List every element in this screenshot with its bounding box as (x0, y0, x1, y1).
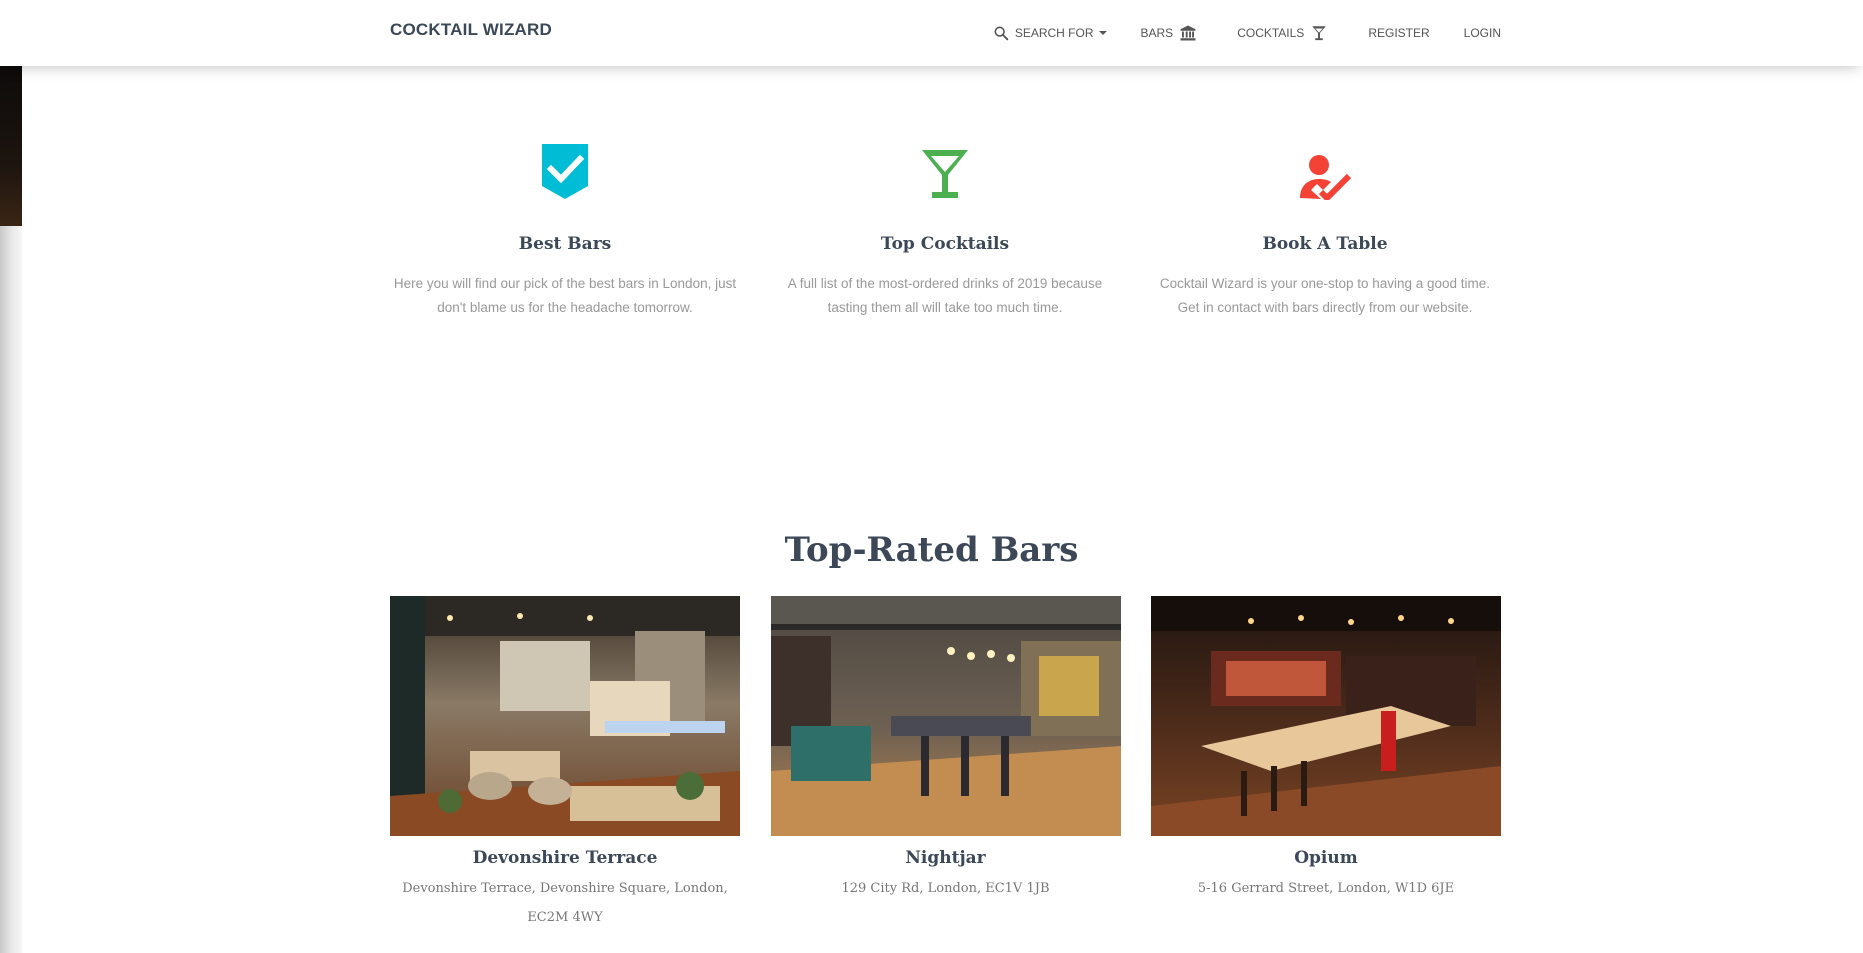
feature-description: A full list of the most-ordered drinks o… (787, 276, 1103, 315)
bar-name[interactable]: Nightjar (771, 848, 1121, 868)
bar-address: 129 City Rd, London, EC1V 1JB (841, 881, 1050, 896)
feature-description: Cocktail Wizard is your one-stop to havi… (1159, 276, 1491, 315)
feature-description: Here you will find our pick of the best … (393, 276, 737, 315)
search-icon (993, 25, 1009, 41)
bar-name[interactable]: Opium (1151, 848, 1501, 868)
nav-bars-label: BARS (1140, 26, 1174, 40)
feature-title: Top Cocktails (880, 234, 1010, 254)
navbar: COCKTAIL WIZARD SEARCH FOR BARS COCKTAIL… (0, 0, 1863, 66)
nav-bars[interactable]: BARS (1124, 0, 1221, 66)
nav-register[interactable]: REGISTER (1351, 0, 1446, 66)
martini-glass-icon (922, 150, 968, 198)
features-row: Best Bars Here you will find our pick of… (390, 120, 1500, 320)
nav-menu: SEARCH FOR BARS COCKTAILS REGISTER LOGIN (970, 0, 1518, 66)
feature-book-table: Book A Table Cocktail Wizard is your one… (1150, 120, 1500, 320)
verified-badge-icon (542, 144, 588, 199)
hero-image-edge (0, 66, 22, 226)
nav-search-label: SEARCH FOR (1014, 26, 1094, 40)
brand-logo[interactable]: COCKTAIL WIZARD (390, 20, 552, 40)
bar-photo[interactable] (1151, 596, 1501, 836)
top-rated-bars: Devonshire Terrace Devonshire Terrace, D… (390, 596, 1501, 932)
background-edge (0, 0, 22, 953)
nav-login[interactable]: LOGIN (1447, 0, 1518, 66)
bank-icon (1179, 24, 1197, 42)
caret-down-icon (1098, 31, 1107, 35)
bar-card[interactable]: Opium 5-16 Gerrard Street, London, W1D 6… (1151, 596, 1501, 932)
bar-photo[interactable] (770, 596, 1121, 836)
bar-card[interactable]: Devonshire Terrace Devonshire Terrace, D… (390, 596, 740, 932)
feature-title: Best Bars (518, 234, 612, 254)
feature-top-cocktails: Top Cocktails A full list of the most-or… (770, 120, 1120, 320)
bar-address: Devonshire Terrace, Devonshire Square, L… (402, 881, 728, 925)
section-title: Top-Rated Bars (784, 530, 1079, 570)
feature-title: Book A Table (1262, 234, 1388, 254)
nav-cocktails-label: COCKTAILS (1237, 26, 1305, 40)
nav-cocktails[interactable]: COCKTAILS (1220, 0, 1351, 66)
bar-card[interactable]: Nightjar 129 City Rd, London, EC1V 1JB (770, 596, 1121, 932)
cocktail-icon (1310, 24, 1328, 42)
feature-best-bars: Best Bars Here you will find our pick of… (390, 120, 740, 320)
bar-address: 5-16 Gerrard Street, London, W1D 6JE (1197, 881, 1455, 896)
bar-name[interactable]: Devonshire Terrace (390, 848, 740, 868)
nav-search-dropdown[interactable]: SEARCH FOR (970, 0, 1124, 66)
person-check-icon (1300, 155, 1351, 200)
bar-photo[interactable] (390, 596, 740, 836)
